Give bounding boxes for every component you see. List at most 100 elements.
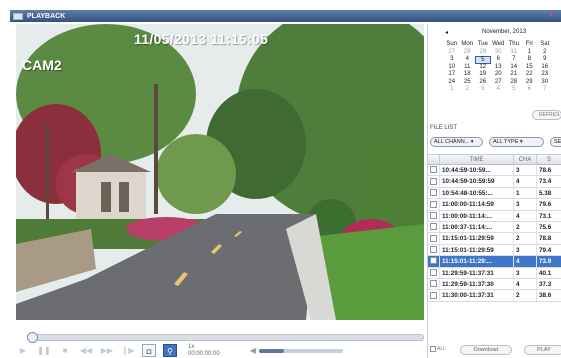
calendar-day[interactable]: 22 xyxy=(522,71,538,79)
step-frame-icon[interactable]: ❙▶ xyxy=(121,344,135,357)
calendar-day[interactable]: 29 xyxy=(475,49,491,57)
table-row[interactable]: 11:15:01-11:29:59 2 78.8 xyxy=(428,233,561,245)
calendar-day[interactable]: 26 xyxy=(475,79,491,87)
calendar-day[interactable]: 21 xyxy=(506,71,522,79)
search-button[interactable]: SE xyxy=(550,137,561,147)
weekday-label: Tue xyxy=(477,41,488,47)
header-time[interactable]: TIME xyxy=(440,155,514,164)
playback-progress-bar[interactable] xyxy=(27,332,424,343)
calendar-day[interactable]: 3 xyxy=(444,56,460,64)
stop-icon[interactable]: ■ xyxy=(58,344,72,357)
row-checkbox[interactable] xyxy=(430,177,437,185)
volume-icon[interactable]: ◀ xyxy=(250,346,256,355)
table-row[interactable]: 11:00:00-11:14:... 4 73.1 xyxy=(428,210,561,222)
calendar-day[interactable]: 16 xyxy=(537,64,553,72)
row-checkbox[interactable] xyxy=(430,268,437,276)
table-row[interactable]: 11:00:00-11:14:59 3 79.6 xyxy=(428,199,561,211)
channel-select[interactable]: ALL CHANN... ▾ xyxy=(430,137,483,147)
download-button[interactable]: Download xyxy=(460,345,512,355)
row-channel: 3 xyxy=(514,165,537,176)
zoom-icon[interactable]: ⚲ xyxy=(163,344,177,357)
calendar-day[interactable]: 3 xyxy=(475,86,491,94)
row-checkbox[interactable] xyxy=(430,223,437,231)
header-channel[interactable]: CHA xyxy=(514,155,537,164)
row-size: 73.4 xyxy=(537,176,561,186)
calendar-day[interactable]: 27 xyxy=(444,49,460,57)
calendar-day[interactable]: 28 xyxy=(506,79,522,87)
rewind-icon[interactable]: ◀◀ xyxy=(79,344,93,357)
row-time: 10:44:59-10:59:59 xyxy=(440,176,514,187)
calendar-day[interactable]: 10 xyxy=(444,64,460,72)
volume-slider[interactable] xyxy=(258,348,343,353)
calendar-day[interactable]: 25 xyxy=(460,79,476,87)
table-row[interactable]: 11:00:37-11:14:... 2 75.6 xyxy=(428,221,561,234)
calendar-day[interactable]: 6 xyxy=(491,56,507,64)
calendar-day[interactable]: 14 xyxy=(506,64,522,72)
calendar-day[interactable]: 5 xyxy=(475,56,491,64)
calendar-day[interactable]: 19 xyxy=(475,71,491,79)
table-row[interactable]: 10:44:59-10:59:59 4 73.4 xyxy=(428,176,561,188)
calendar-day[interactable]: 30 xyxy=(537,79,553,87)
select-all-checkbox[interactable] xyxy=(430,346,436,352)
calendar-day[interactable]: 12 xyxy=(475,64,491,72)
calendar-day[interactable]: 13 xyxy=(491,64,507,72)
table-row[interactable]: 10:44:59-10:59... 3 78.6 xyxy=(428,165,561,177)
calendar-day[interactable]: 23 xyxy=(537,71,553,79)
calendar-day[interactable]: 7 xyxy=(506,56,522,64)
weekday-label: Sun xyxy=(446,41,458,47)
row-checkbox[interactable] xyxy=(430,200,437,208)
row-checkbox[interactable] xyxy=(430,280,437,288)
row-checkbox[interactable] xyxy=(430,166,437,174)
progress-thumb[interactable] xyxy=(27,332,38,343)
row-channel: 3 xyxy=(514,267,537,278)
calendar-day[interactable]: 28 xyxy=(460,49,476,57)
calendar-day[interactable]: 15 xyxy=(522,64,538,72)
calendar-day[interactable]: 24 xyxy=(444,79,460,87)
pause-icon[interactable]: ❚❚ xyxy=(37,344,51,357)
row-checkbox[interactable] xyxy=(430,211,437,219)
table-row[interactable]: 10:54:48-10:55:... 1 5.38 xyxy=(428,187,561,200)
table-row[interactable]: 11:29:59-11:37:30 4 37.3 xyxy=(428,278,561,291)
calendar-day[interactable]: 29 xyxy=(522,79,538,87)
file-actions-bar: ALL Download PLAY xyxy=(428,342,561,358)
table-row[interactable]: 11:15:01-11:29:59 3 79.4 xyxy=(428,244,561,257)
calendar-day[interactable]: 5 xyxy=(506,86,522,94)
calendar-day[interactable]: 30 xyxy=(491,49,507,57)
calendar-day[interactable]: 20 xyxy=(491,71,507,79)
fast-forward-icon[interactable]: ▶▶ xyxy=(100,344,114,357)
header-size[interactable]: S xyxy=(537,155,561,164)
calendar-day[interactable]: 4 xyxy=(460,56,476,64)
row-checkbox[interactable] xyxy=(430,189,437,197)
calendar-day[interactable]: 9 xyxy=(537,56,553,64)
table-row[interactable]: 11:15:01-11:29:... 4 73.9 xyxy=(428,256,561,268)
calendar-grid: Sun Mon Tue Wed Thu Fri Sat 27 28 29 30 31 1 2 3 4 5 6 7 8 9… xyxy=(444,41,553,94)
calendar-day[interactable]: 18 xyxy=(460,71,476,79)
calendar-day[interactable]: 6 xyxy=(522,86,538,94)
calendar-day[interactable]: 31 xyxy=(506,49,522,57)
calendar-day[interactable]: 2 xyxy=(537,49,553,57)
calendar-day[interactable]: 11 xyxy=(460,64,476,72)
row-checkbox[interactable] xyxy=(430,234,437,242)
table-row[interactable]: 11:30:00-11:37:31 2 38.6 xyxy=(428,290,561,302)
calendar-day[interactable]: 17 xyxy=(444,71,460,79)
play-button[interactable]: PLAY xyxy=(524,345,561,355)
calendar-month-label: November, 2013 xyxy=(482,29,527,35)
type-select[interactable]: ALL TYPE ▾ xyxy=(489,137,544,147)
video-player[interactable]: 11/05/2013 11:15:05 CAM2 xyxy=(16,24,424,320)
calendar-prev-icon[interactable]: ◂ xyxy=(445,29,448,36)
row-checkbox[interactable] xyxy=(430,257,437,265)
calendar-day[interactable]: 1 xyxy=(444,86,460,94)
row-checkbox[interactable] xyxy=(430,246,437,254)
calendar-day[interactable]: 7 xyxy=(537,86,553,94)
calendar-day[interactable]: 8 xyxy=(522,56,538,64)
close-icon[interactable]: × xyxy=(547,11,555,20)
calendar-day[interactable]: 4 xyxy=(491,86,507,94)
calendar-day[interactable]: 1 xyxy=(522,49,538,57)
play-icon[interactable]: ▶ xyxy=(16,344,30,357)
snapshot-icon[interactable]: ◘ xyxy=(142,344,156,357)
calendar-day[interactable]: 2 xyxy=(460,86,476,94)
table-row[interactable]: 11:29:59-11:37:31 3 40.1 xyxy=(428,267,561,279)
calendar-day[interactable]: 27 xyxy=(491,79,507,87)
refresh-button[interactable]: REFRES xyxy=(532,110,561,120)
row-checkbox[interactable] xyxy=(430,291,437,299)
